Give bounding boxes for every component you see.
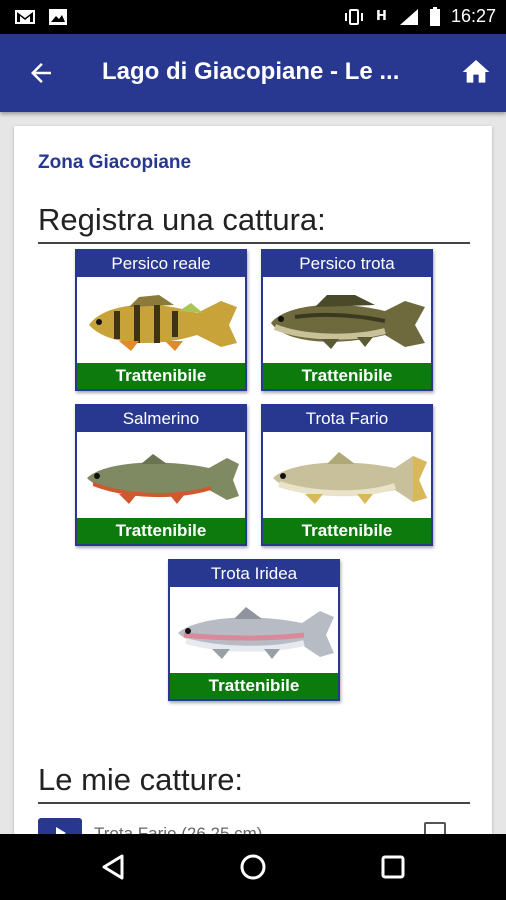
back-triangle-icon[interactable]	[98, 852, 128, 882]
h-signal-icon: H	[376, 9, 387, 24]
bass-fish-icon	[270, 295, 425, 349]
image-icon	[49, 9, 67, 25]
fish-status: Trattenibile	[77, 363, 245, 389]
status-time: 16:27	[450, 6, 496, 26]
fish-image	[77, 432, 245, 518]
recents-square-icon[interactable]	[378, 852, 408, 882]
navigation-bar	[0, 834, 506, 900]
fish-status: Trattenibile	[170, 673, 338, 699]
fish-name: Persico reale	[77, 251, 245, 277]
svg-text:H: H	[376, 9, 387, 24]
fish-card-persico-trota[interactable]: Persico trota Trattenibile	[261, 249, 433, 391]
register-catch-heading: Registra una cattura:	[38, 200, 470, 244]
fish-status: Trattenibile	[263, 518, 431, 544]
char-fish-icon	[86, 454, 239, 504]
fish-image	[77, 277, 245, 363]
fish-name: Persico trota	[263, 251, 431, 277]
fish-image	[170, 587, 338, 673]
arrow-back-icon[interactable]	[26, 58, 56, 88]
page-title: Lago di Giacopiane - Le ...	[102, 58, 400, 85]
rainbow-trout-icon	[177, 607, 334, 659]
fish-image	[263, 432, 431, 518]
fish-card-persico-reale[interactable]: Persico reale Trattenibile	[75, 249, 247, 391]
brown-trout-icon	[272, 452, 427, 504]
fish-name: Trota Iridea	[170, 561, 338, 587]
vibrate-icon	[344, 8, 363, 25]
my-catches-heading: Le mie catture:	[38, 760, 470, 804]
battery-icon	[429, 6, 440, 26]
fish-name: Salmerino	[77, 406, 245, 432]
signal-icon	[399, 8, 418, 25]
content-card: Zona Giacopiane Registra una cattura: Pe…	[14, 126, 492, 836]
fish-image	[263, 277, 431, 363]
fish-status: Trattenibile	[77, 518, 245, 544]
app-bar: Lago di Giacopiane - Le ...	[0, 34, 506, 112]
home-icon[interactable]	[460, 56, 492, 88]
gmail-icon	[15, 10, 35, 24]
status-bar: H 16:27	[0, 0, 506, 34]
home-circle-icon[interactable]	[238, 852, 268, 882]
fish-name: Trota Fario	[263, 406, 431, 432]
fish-card-salmerino[interactable]: Salmerino Trattenibile	[75, 404, 247, 546]
zone-label: Zona Giacopiane	[38, 152, 192, 173]
fish-card-trota-iridea[interactable]: Trota Iridea Trattenibile	[168, 559, 340, 701]
perch-fish-icon	[88, 295, 237, 351]
fish-status: Trattenibile	[263, 363, 431, 389]
fish-card-trota-fario[interactable]: Trota Fario Trattenibile	[261, 404, 433, 546]
